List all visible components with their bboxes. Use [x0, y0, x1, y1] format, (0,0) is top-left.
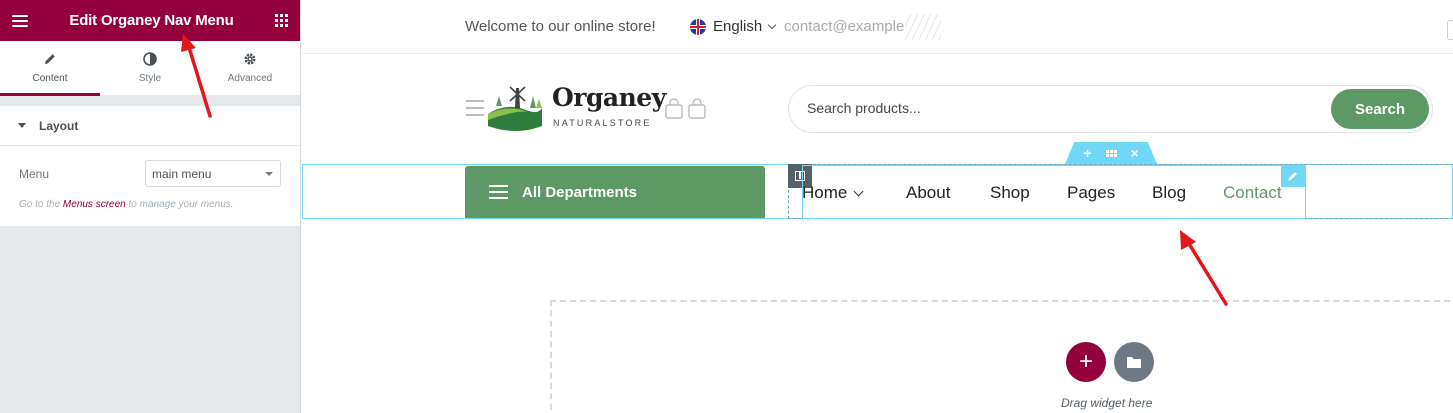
logo-subtitle: NATURALSTORE — [553, 118, 652, 128]
menu-desc-suffix: to manage your menus. — [128, 199, 234, 210]
welcome-text: Welcome to our online store! — [465, 18, 656, 35]
chevron-down-icon — [853, 186, 864, 196]
tab-advanced[interactable]: Advanced — [200, 41, 300, 95]
menu-control: Menu main menu — [19, 160, 281, 187]
menus-screen-link[interactable]: Menus screen — [63, 199, 126, 210]
tab-style-label: Style — [138, 73, 162, 84]
annotation-arrow-icon — [1180, 230, 1228, 306]
nav-item-shop[interactable]: Shop — [990, 183, 1030, 203]
menu-hamburger-icon[interactable] — [12, 14, 28, 27]
add-section-icon[interactable]: + — [1083, 145, 1091, 161]
close-section-icon[interactable]: × — [1131, 145, 1139, 161]
menu-desc-prefix: Go to the — [19, 199, 61, 210]
nav-shop-label: Shop — [990, 183, 1030, 202]
section-layout-toggle[interactable]: Layout — [0, 106, 300, 146]
widgets-grid-icon[interactable] — [274, 14, 288, 27]
search-button[interactable]: Search — [1331, 89, 1429, 129]
scrollbar-edge[interactable] — [1447, 20, 1453, 40]
chevron-down-icon — [767, 20, 777, 29]
bag-icon — [665, 98, 683, 119]
uk-flag-icon — [690, 18, 706, 35]
panel-title: Edit Organey Nav Menu — [69, 12, 234, 29]
add-section-button[interactable]: + — [1066, 342, 1106, 382]
menu-description: Go to the Menus screen to manage your me… — [19, 199, 281, 210]
elementor-panel: Edit Organey Nav Menu Content Style Adva… — [0, 0, 301, 413]
departments-menu-icon — [489, 185, 508, 199]
nav-blog-label: Blog — [1152, 183, 1187, 202]
all-departments-button[interactable]: All Departments — [465, 166, 765, 218]
empty-section-drop-area[interactable] — [550, 300, 1453, 413]
nav-contact-label: Contact — [1223, 183, 1282, 202]
tab-content-label: Content — [32, 73, 68, 84]
half-circle-icon — [143, 52, 157, 66]
menu-select-value: main menu — [152, 166, 212, 181]
nav-item-home[interactable]: Home — [802, 183, 864, 203]
language-label: English — [713, 18, 763, 35]
logo-name: Organey — [552, 83, 666, 112]
caret-down-icon — [18, 123, 26, 128]
tab-content[interactable]: Content — [0, 41, 100, 96]
template-library-button[interactable] — [1114, 342, 1154, 382]
nav-item-pages[interactable]: Pages — [1067, 183, 1115, 203]
menu-label: Menu — [19, 166, 50, 181]
gear-icon — [244, 53, 256, 65]
nav-home-label: Home — [802, 183, 848, 202]
panel-header: Edit Organey Nav Menu — [0, 0, 300, 41]
section-handle[interactable]: + × — [1065, 142, 1157, 164]
folder-icon — [1127, 357, 1141, 368]
mobile-menu-icon[interactable] — [466, 100, 484, 116]
section-layout-title: Layout — [39, 118, 79, 133]
nav-item-contact[interactable]: Contact — [1223, 183, 1282, 203]
drag-widget-hint: Drag widget here — [1061, 396, 1153, 410]
select-arrow-icon — [265, 171, 273, 176]
nav-pages-label: Pages — [1067, 183, 1116, 202]
menu-select[interactable]: main menu — [145, 160, 281, 187]
pencil-icon — [45, 54, 55, 64]
nav-item-about[interactable]: About — [906, 183, 950, 203]
edit-widget-icon[interactable] — [1281, 165, 1305, 187]
cart-icons[interactable] — [664, 98, 707, 120]
drag-handle-icon[interactable] — [1105, 149, 1117, 157]
nav-about-label: About — [906, 183, 951, 202]
search-input[interactable]: Search products... — [807, 100, 921, 116]
hatch-overlay — [905, 14, 941, 40]
section-layout-body: Menu main menu Go to the Menus screen to… — [0, 146, 300, 226]
bag-icon — [688, 98, 706, 119]
tab-advanced-label: Advanced — [227, 73, 273, 84]
departments-label: All Departments — [522, 183, 638, 201]
language-switcher[interactable]: English — [690, 18, 777, 35]
panel-tabs: Content Style Advanced — [0, 41, 300, 96]
nav-item-blog[interactable]: Blog — [1152, 183, 1186, 203]
tab-style[interactable]: Style — [100, 41, 200, 95]
